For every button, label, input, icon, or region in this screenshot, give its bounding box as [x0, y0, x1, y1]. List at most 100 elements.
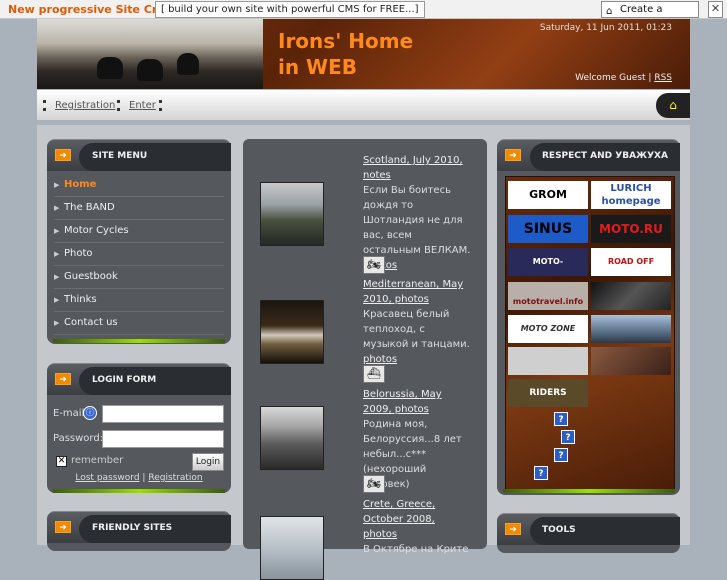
- banner-image[interactable]: [508, 347, 588, 375]
- friendly-sites-header: ➜ FRIENDLY SITES: [47, 511, 231, 543]
- site-title-line1: Irons' Home: [278, 29, 414, 53]
- create-website-button[interactable]: ⌂ Create a Website: [601, 1, 699, 30]
- banner-mototravel-info[interactable]: mototravel.info: [508, 282, 588, 310]
- news-title-link[interactable]: Crete, Greece, October 2008, photos: [363, 497, 471, 542]
- welcome-label: Welcome Guest |: [575, 73, 652, 83]
- password-field[interactable]: [102, 430, 224, 448]
- news-text: Если Вы боитесь дождя то Шотландия не дл…: [363, 185, 471, 256]
- site-menu-box: ➜ SITE MENU ▶ Home ▶ The BAND ▶ Motor Cycle…: [47, 139, 231, 344]
- promo-text[interactable]: [ build your own site with powerful CMS …: [155, 1, 425, 18]
- site-header: Irons' Home in WEB Saturday, 11 Jun 2011…: [37, 19, 690, 89]
- home-icon: ⌂: [669, 98, 677, 112]
- triangle-icon: ▶: [54, 319, 60, 327]
- site-title-line2: in WEB: [278, 55, 358, 79]
- question-icon[interactable]: ?: [554, 412, 568, 426]
- motorcycle-icon[interactable]: 🏍: [363, 475, 385, 493]
- news-text: Красавец белый теплоход, с музыкой и тан…: [363, 309, 470, 350]
- news-thumbnail[interactable]: [260, 182, 324, 246]
- menu-item-thinks[interactable]: ▶ Thinks: [54, 290, 224, 312]
- banner-image[interactable]: [591, 315, 671, 343]
- news-thumbnail[interactable]: [260, 516, 324, 580]
- login-form-box: ➜ LOGIN FORM E-mail: ⓘ Password: ✕ remem…: [47, 363, 231, 493]
- divider: [503, 489, 675, 493]
- menu-item-home[interactable]: ▶ Home: [54, 175, 224, 197]
- news-title-link[interactable]: Mediterranean, May 2010, photos: [363, 277, 471, 307]
- banner-sinus[interactable]: SINUS: [508, 215, 588, 243]
- news-item: Mediterranean, May 2010, photos Красавец…: [363, 277, 471, 367]
- motorcycle-shape: [137, 59, 163, 81]
- banner-image[interactable]: [591, 347, 671, 375]
- arrow-icon: ➜: [505, 523, 521, 535]
- link-separator: |: [142, 473, 146, 483]
- respect-title: RESPECT AND УВАЖУХА: [542, 151, 668, 161]
- banner-moto-travels[interactable]: MOTO-TRAVELS.RU: [508, 248, 588, 276]
- close-button[interactable]: ✕: [708, 1, 723, 18]
- question-icon[interactable]: ?: [554, 448, 568, 462]
- banner-grom[interactable]: GROM: [508, 181, 588, 209]
- menu-item-guestbook[interactable]: ▶ Guestbook: [54, 267, 224, 289]
- news-title-link[interactable]: Scotland, July 2010, notes: [363, 153, 471, 183]
- banner-lurich[interactable]: LURICH homepage: [591, 181, 671, 209]
- site-menu-header: ➜ SITE MENU: [47, 139, 231, 171]
- news-text: В Октябре на Крите: [363, 544, 469, 555]
- header-photo: [37, 19, 263, 89]
- home-button[interactable]: ⌂: [656, 93, 690, 118]
- banner-moto-zone[interactable]: MOTO ZONE: [508, 315, 588, 343]
- enter-link[interactable]: Enter: [129, 100, 156, 111]
- login-form-header: ➜ LOGIN FORM: [47, 363, 231, 395]
- site-menu-title: SITE MENU: [92, 151, 148, 161]
- friendly-sites-box: ➜ FRIENDLY SITES: [47, 511, 231, 551]
- close-icon: ✕: [710, 2, 721, 15]
- respect-header: ➜ RESPECT AND УВАЖУХА: [497, 139, 680, 171]
- divider: [53, 339, 225, 343]
- menu-item-contact-us[interactable]: ▶ Contact us: [54, 313, 224, 335]
- menu-item-label: Photo: [64, 248, 93, 259]
- home-icon: ⌂: [606, 6, 613, 17]
- login-links: Lost password | Registration: [47, 473, 231, 483]
- remember-checkbox[interactable]: ✕: [56, 456, 67, 467]
- friendly-sites-title: FRIENDLY SITES: [92, 523, 173, 533]
- banner-riders[interactable]: RIDERS: [508, 379, 588, 407]
- news-title-link[interactable]: Belorussia, May 2009, photos: [363, 387, 471, 417]
- menu-item-the-band[interactable]: ▶ The BAND: [54, 198, 224, 220]
- login-button[interactable]: Login: [192, 453, 224, 471]
- menu-item-motor-cycles[interactable]: ▶ Motor Cycles: [54, 221, 224, 243]
- menu-item-label: Motor Cycles: [64, 225, 129, 236]
- menu-item-label: Home: [64, 179, 97, 190]
- registration-link[interactable]: Registration: [55, 100, 115, 111]
- triangle-icon: ▶: [54, 181, 60, 189]
- tools-box: ➜ TOOLS: [497, 513, 680, 553]
- registration-link[interactable]: Registration: [148, 473, 202, 483]
- triangle-icon: ▶: [54, 273, 60, 281]
- tools-header: ➜ TOOLS: [497, 513, 680, 545]
- divider: [53, 489, 225, 493]
- email-field[interactable]: [102, 405, 224, 423]
- ship-icon[interactable]: ⛴: [363, 365, 385, 383]
- question-icon[interactable]: ?: [561, 430, 575, 444]
- banner-image[interactable]: [591, 282, 671, 310]
- arrow-icon: ➜: [55, 373, 71, 385]
- triangle-icon: ▶: [54, 204, 60, 212]
- banner-road-off-people[interactable]: ROAD OFF PEOPLE: [591, 248, 671, 276]
- news-box: Scotland, July 2010, notes Если Вы боите…: [243, 139, 487, 580]
- menu-item-photo[interactable]: ▶ Photo: [54, 244, 224, 266]
- password-label: Password:: [53, 433, 104, 444]
- arrow-icon: ➜: [505, 149, 521, 161]
- banner-area: GROM LURICH homepage SINUS MOTO.RU MOTO-…: [505, 176, 675, 490]
- triangle-icon: ▶: [54, 250, 60, 258]
- news-item: Scotland, July 2010, notes Если Вы боите…: [363, 153, 471, 273]
- news-thumbnail[interactable]: [260, 406, 324, 470]
- news-thumbnail[interactable]: [260, 300, 324, 364]
- tools-title: TOOLS: [542, 525, 576, 535]
- openid-icon[interactable]: ⓘ: [83, 406, 97, 420]
- rss-link[interactable]: RSS: [654, 73, 672, 83]
- menu-item-label: Contact us: [64, 317, 118, 328]
- nav-separator: [117, 100, 120, 111]
- arrow-icon: ➜: [55, 149, 71, 161]
- question-icon[interactable]: ?: [534, 466, 548, 480]
- news-item: Crete, Greece, October 2008, photos В Ок…: [363, 497, 471, 557]
- banner-moto-ru[interactable]: MOTO.RU: [591, 215, 671, 243]
- motorcycle-icon[interactable]: 🏍: [363, 256, 385, 274]
- lost-password-link[interactable]: Lost password: [75, 473, 139, 483]
- login-form-title: LOGIN FORM: [92, 375, 157, 385]
